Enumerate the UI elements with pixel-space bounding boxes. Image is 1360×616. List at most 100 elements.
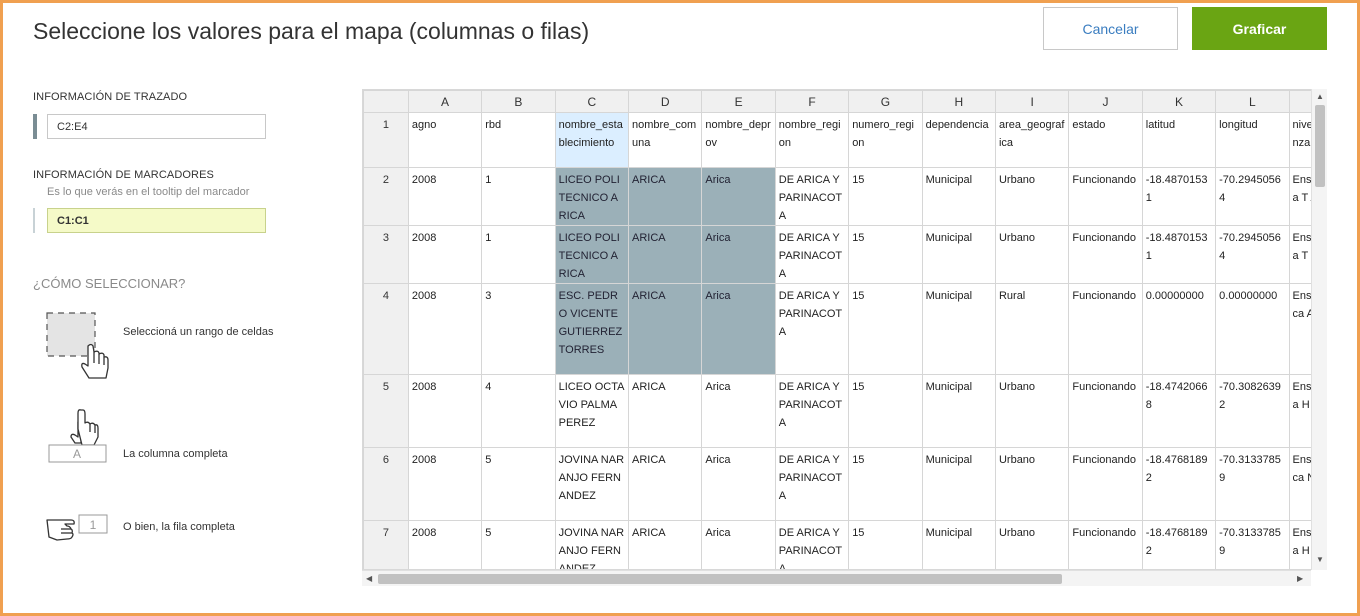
grid-cell[interactable]: Arica	[701, 283, 776, 375]
grid-cell[interactable]: agno	[407, 112, 483, 168]
grid-cell[interactable]: 15	[848, 520, 923, 569]
grid-cell[interactable]: ARICA	[628, 167, 703, 226]
grid-cell[interactable]: -18.47681892	[1141, 520, 1217, 569]
grid-cell[interactable]: rbd	[481, 112, 556, 168]
grid-cell[interactable]: nombre_establecimiento	[554, 112, 630, 168]
grid-cell[interactable]: Urbano	[994, 520, 1070, 569]
grid-cell[interactable]: Urbano	[994, 374, 1070, 448]
grid-cell[interactable]: DE ARICA Y PARINACOTA	[774, 447, 850, 521]
column-header[interactable]: I	[994, 90, 1070, 113]
grid-cell[interactable]: 15	[848, 447, 923, 521]
grid-cell[interactable]: numero_region	[848, 112, 923, 168]
column-header[interactable]: D	[628, 90, 703, 113]
graph-button[interactable]: Graficar	[1192, 7, 1327, 50]
grid-cell[interactable]: Municipal	[921, 167, 996, 226]
column-header[interactable]: L	[1215, 90, 1290, 113]
grid-cell[interactable]: 2008	[407, 167, 483, 226]
row-header[interactable]: 3	[363, 225, 409, 284]
grid-cell[interactable]: latitud	[1141, 112, 1217, 168]
grid-cell[interactable]: area_geografica	[994, 112, 1070, 168]
grid-cell[interactable]: -70.29450564	[1215, 225, 1290, 284]
grid-cell[interactable]: Arica	[701, 520, 776, 569]
vertical-scroll-thumb[interactable]	[1315, 105, 1325, 187]
grid-cell[interactable]: nombre_deprov	[701, 112, 776, 168]
grid-cell[interactable]: 15	[848, 374, 923, 448]
grid-cell[interactable]: 2008	[407, 225, 483, 284]
grid-cell[interactable]: ARICA	[628, 283, 703, 375]
grid-cell[interactable]: 0.00000000	[1215, 283, 1290, 375]
grid-cell[interactable]: Funcionando	[1068, 283, 1143, 375]
column-header[interactable]: C	[554, 90, 630, 113]
grid-cell[interactable]: Municipal	[921, 374, 996, 448]
column-header[interactable]: B	[481, 90, 556, 113]
grid-cell[interactable]: LICEO POLITECNICO ARICA	[554, 225, 630, 284]
grid-cell[interactable]: Arica	[701, 167, 776, 226]
grid-cell[interactable]: 2008	[407, 520, 483, 569]
grid-cell[interactable]: -18.47681892	[1141, 447, 1217, 521]
trace-range-input[interactable]: C2:E4	[47, 114, 266, 139]
grid-cell[interactable]: ARICA	[628, 447, 703, 521]
grid-cell[interactable]: 0.00000000	[1141, 283, 1217, 375]
column-header[interactable]: J	[1068, 90, 1143, 113]
row-header[interactable]: 2	[363, 167, 409, 226]
column-header[interactable]: A	[407, 90, 483, 113]
grid-cell[interactable]: DE ARICA Y PARINACOTA	[774, 225, 850, 284]
grid-cell[interactable]: 3	[481, 283, 556, 375]
vertical-scrollbar[interactable]: ▲ ▼	[1311, 89, 1327, 570]
horizontal-scrollbar[interactable]: ◀ ▶	[362, 570, 1311, 586]
grid-corner-cell[interactable]	[363, 90, 409, 113]
grid-cell[interactable]: -18.47420668	[1141, 374, 1217, 448]
grid-cell[interactable]: ESC. PEDRO VICENTE GUTIERREZ TORRES	[554, 283, 630, 375]
grid-cell[interactable]: DE ARICA Y PARINACOTA	[774, 283, 850, 375]
row-header[interactable]: 5	[363, 374, 409, 448]
grid-cell[interactable]: 15	[848, 283, 923, 375]
grid-cell[interactable]: Funcionando	[1068, 374, 1143, 448]
grid-cell[interactable]: ARICA	[628, 225, 703, 284]
grid-cell[interactable]: Funcionando	[1068, 167, 1143, 226]
scroll-up-arrow-icon[interactable]: ▲	[1316, 92, 1324, 102]
grid-cell[interactable]: -70.30826392	[1215, 374, 1290, 448]
grid-cell[interactable]: JOVINA NARANJO FERNANDEZ	[554, 447, 630, 521]
grid-cell[interactable]: Urbano	[994, 447, 1070, 521]
scroll-down-arrow-icon[interactable]: ▼	[1316, 555, 1324, 565]
markers-range-input[interactable]: C1:C1	[47, 208, 266, 233]
grid-cell[interactable]: Funcionando	[1068, 447, 1143, 521]
column-header[interactable]: K	[1141, 90, 1217, 113]
grid-cell[interactable]: Arica	[701, 225, 776, 284]
grid-cell[interactable]: estado	[1068, 112, 1143, 168]
grid-cell[interactable]: 2008	[407, 374, 483, 448]
grid-cell[interactable]: Urbano	[994, 167, 1070, 226]
grid-cell[interactable]: longitud	[1215, 112, 1290, 168]
grid-cell[interactable]: Municipal	[921, 283, 996, 375]
column-header[interactable]: H	[921, 90, 996, 113]
grid-cell[interactable]: -18.48701531	[1141, 167, 1217, 226]
grid-cell[interactable]: nombre_comuna	[628, 112, 703, 168]
column-header[interactable]: F	[774, 90, 850, 113]
grid-cell[interactable]: Municipal	[921, 520, 996, 569]
grid-cell[interactable]: Municipal	[921, 447, 996, 521]
grid-cell[interactable]: Urbano	[994, 225, 1070, 284]
grid-cell[interactable]: Municipal	[921, 225, 996, 284]
grid-cell[interactable]: 2008	[407, 283, 483, 375]
grid-cell[interactable]: Funcionando	[1068, 520, 1143, 569]
grid-cell[interactable]: 5	[481, 520, 556, 569]
grid-cell[interactable]: 2008	[407, 447, 483, 521]
grid-cell[interactable]: Arica	[701, 374, 776, 448]
grid-cell[interactable]: Rural	[994, 283, 1070, 375]
grid-cell[interactable]: ARICA	[628, 520, 703, 569]
grid-cell[interactable]: -70.29450564	[1215, 167, 1290, 226]
grid-cell[interactable]: -70.31337859	[1215, 447, 1290, 521]
grid-cell[interactable]: Arica	[701, 447, 776, 521]
scroll-left-arrow-icon[interactable]: ◀	[366, 574, 372, 584]
spreadsheet-grid[interactable]: ABCDEFGHIJKLM 1agnorbdnombre_establecimi…	[362, 89, 1327, 570]
row-header[interactable]: 6	[363, 447, 409, 521]
horizontal-scroll-thumb[interactable]	[378, 574, 1062, 584]
row-header[interactable]: 4	[363, 283, 409, 375]
grid-cell[interactable]: LICEO OCTAVIO PALMA PEREZ	[554, 374, 630, 448]
scroll-right-arrow-icon[interactable]: ▶	[1297, 574, 1303, 584]
grid-cell[interactable]: JOVINA NARANJO FERNANDEZ	[554, 520, 630, 569]
grid-cell[interactable]: DE ARICA Y PARINACOTA	[774, 167, 850, 226]
grid-cell[interactable]: DE ARICA Y PARINACOTA	[774, 520, 850, 569]
grid-cell[interactable]: Funcionando	[1068, 225, 1143, 284]
grid-cell[interactable]: 15	[848, 225, 923, 284]
